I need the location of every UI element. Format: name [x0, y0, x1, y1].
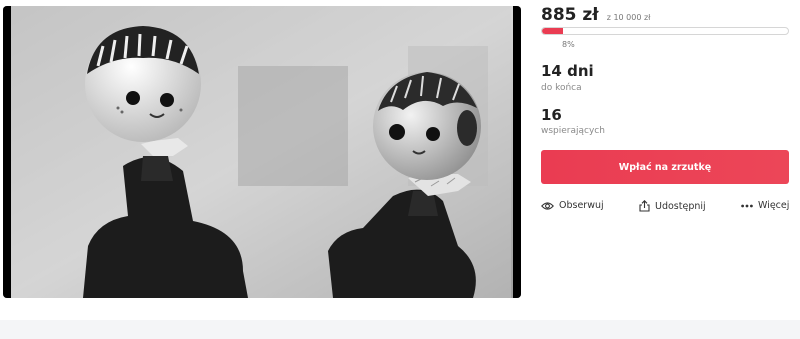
action-bar: Obserwuj Udostępnij Więcej [541, 200, 791, 220]
donate-button[interactable]: Wpłać na zrzutkę [541, 150, 789, 184]
more-button[interactable]: Więcej [741, 200, 789, 211]
progress-fill [542, 28, 563, 34]
supporters-label: wspierających [541, 126, 605, 136]
days-remaining-label: do końca [541, 83, 582, 93]
eye-icon [541, 201, 554, 210]
amount-row: 885 zł z 10 000 zł [541, 5, 650, 25]
supporters-count: 16 [541, 106, 562, 124]
campaign-photo [3, 6, 521, 298]
goal-amount: z 10 000 zł [606, 13, 651, 22]
page-footer-band [0, 320, 800, 339]
progress-percent: 8% [562, 40, 575, 49]
share-button[interactable]: Udostępnij [639, 200, 706, 212]
follow-button[interactable]: Obserwuj [541, 200, 604, 211]
more-label: Więcej [758, 200, 790, 211]
progress-bar [541, 27, 789, 35]
collected-amount: 885 zł [541, 5, 599, 25]
share-icon [639, 200, 650, 212]
puppets-illustration [3, 6, 521, 298]
more-dots-icon [741, 204, 753, 207]
follow-label: Obserwuj [559, 200, 604, 211]
share-label: Udostępnij [655, 200, 706, 212]
days-remaining-value: 14 dni [541, 62, 594, 80]
